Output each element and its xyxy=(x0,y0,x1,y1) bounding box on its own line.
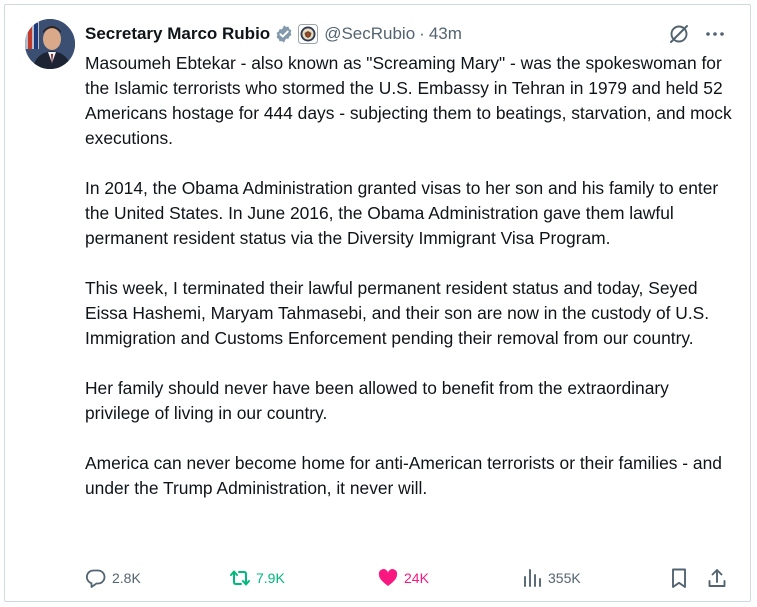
like-button[interactable]: 24K xyxy=(377,567,521,589)
avatar[interactable] xyxy=(25,19,75,69)
post-card: Secretary Marco Rubio @SecRubio · 43m Ma… xyxy=(4,4,751,602)
bookmark-icon[interactable] xyxy=(668,567,690,589)
verified-badge-icon xyxy=(274,24,294,44)
post-paragraph: America can never become home for anti-A… xyxy=(85,453,722,498)
post-top-actions xyxy=(668,23,726,45)
author-handle[interactable]: @SecRubio xyxy=(324,21,415,47)
post-paragraph: Masoumeh Ebtekar - also known as "Scream… xyxy=(85,53,732,148)
repost-button[interactable]: 7.9K xyxy=(229,567,377,589)
separator-dot: · xyxy=(419,24,425,43)
post-timestamp[interactable]: 43m xyxy=(429,21,462,47)
post-paragraph: Her family should never have been allowe… xyxy=(85,378,669,423)
post-text: Masoumeh Ebtekar - also known as "Scream… xyxy=(85,51,737,501)
author-name[interactable]: Secretary Marco Rubio xyxy=(85,21,270,47)
views-icon xyxy=(521,567,543,589)
reply-icon xyxy=(85,567,107,589)
grok-icon[interactable] xyxy=(668,23,690,45)
post-header: Secretary Marco Rubio @SecRubio · 43m xyxy=(85,21,462,47)
views-button[interactable]: 355K xyxy=(521,567,661,589)
post-paragraph: This week, I terminated their lawful per… xyxy=(85,278,710,348)
reply-button[interactable]: 2.8K xyxy=(85,567,229,589)
state-department-seal-icon[interactable] xyxy=(298,24,319,44)
view-count: 355K xyxy=(548,570,581,586)
like-count: 24K xyxy=(404,570,429,586)
avatar-image xyxy=(25,19,75,69)
repost-icon xyxy=(229,567,251,589)
post-paragraph: In 2014, the Obama Administration grante… xyxy=(85,178,719,248)
post-secondary-actions xyxy=(668,567,728,589)
reply-count: 2.8K xyxy=(112,570,141,586)
repost-count: 7.9K xyxy=(256,570,285,586)
share-icon[interactable] xyxy=(706,567,728,589)
heart-icon xyxy=(377,567,399,589)
more-icon[interactable] xyxy=(704,23,726,45)
post-action-bar: 2.8K 7.9K 24K 355K xyxy=(85,565,728,591)
